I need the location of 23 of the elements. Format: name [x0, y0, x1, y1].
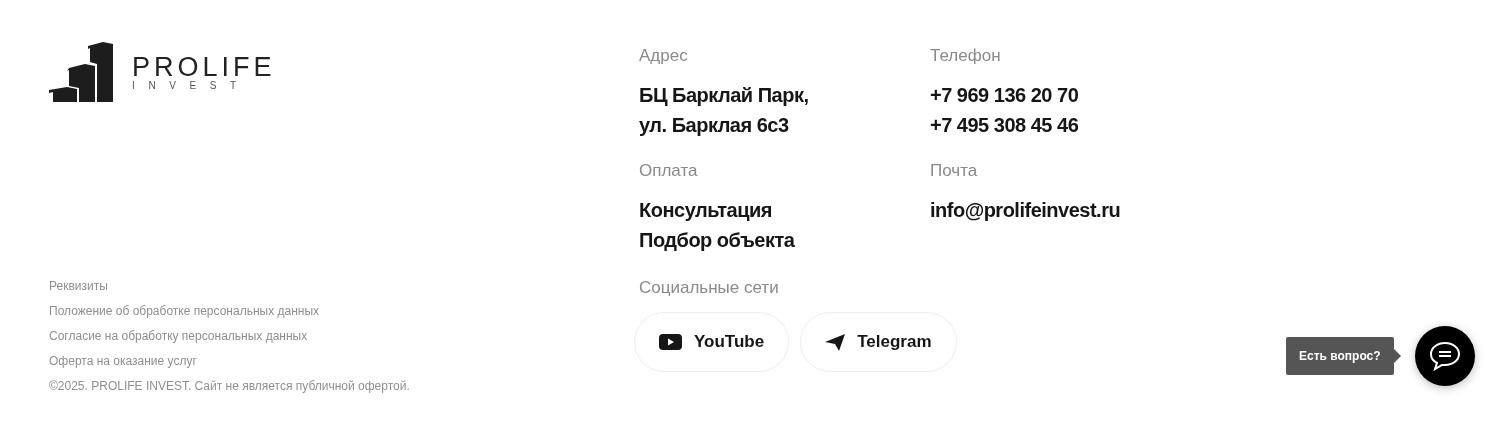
contact-label: Почта: [930, 160, 979, 182]
copyright-text: ©2025. PROLIFE INVEST. Сайт не является публичной офертой.: [49, 378, 411, 395]
paper-plane-icon: [825, 333, 846, 351]
contact-label: Адрес: [639, 45, 689, 67]
contact-label: Оплата: [639, 160, 699, 182]
chat-button[interactable]: [1414, 326, 1475, 386]
chat-tooltip: Есть вопрос?: [1286, 337, 1394, 375]
chat-icon: [1427, 340, 1462, 372]
footer-link[interactable]: Реквизиты: [49, 277, 639, 295]
buildings-icon: [49, 42, 114, 102]
tooltip-pointer: [1393, 349, 1401, 363]
contact-value: Подбор объекта: [639, 228, 796, 253]
contact-value: Консультация: [639, 198, 773, 223]
contact-value: info@prolifeinvest.ru: [930, 198, 1122, 223]
play-icon: [659, 334, 682, 350]
logo-name: PROLIFE: [132, 53, 276, 81]
logo-tagline: INVEST: [132, 81, 251, 91]
contact-value: ул. Барклая 6с3: [639, 113, 790, 138]
contact-value: БЦ Барклай Парк,: [639, 83, 810, 108]
contact-label: Телефон: [930, 45, 1002, 67]
contact-value: +7 969 136 20 70: [930, 83, 1080, 108]
contact-value: +7 495 308 45 46: [930, 113, 1080, 138]
social-label: Социальные сети: [639, 277, 780, 299]
